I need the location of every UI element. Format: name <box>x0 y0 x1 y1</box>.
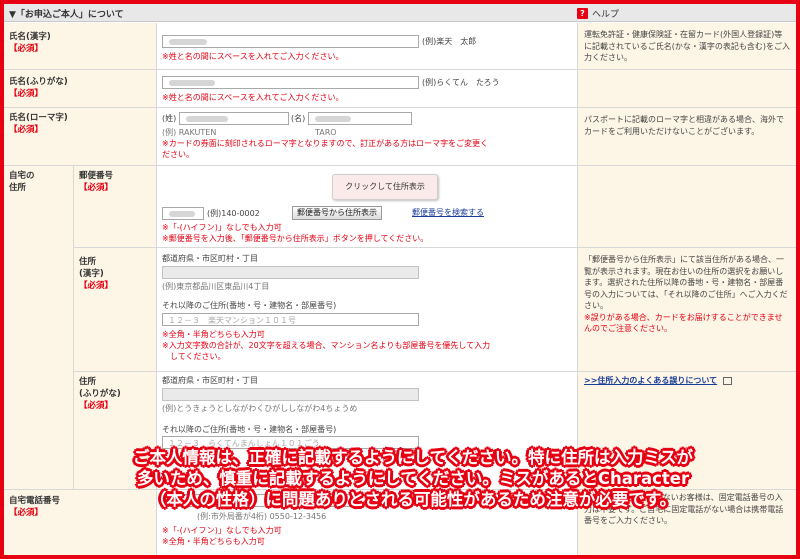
required-badge: 【必須】 <box>9 44 44 54</box>
label-cell: 氏名(漢字) 【必須】 <box>4 23 157 69</box>
input-cell: (例)らくてん たろう ※姓と名の間にスペースを入れてご入力ください。 <box>157 70 577 107</box>
address-error-faq-link[interactable]: >>住所入力のよくある誤りについて <box>584 376 717 385</box>
required-badge: 【必須】 <box>9 89 44 99</box>
phone-example: (例:市外局番が4桁) 0550-12-3456 <box>197 512 327 521</box>
roman-mei-example: TARO <box>315 128 337 137</box>
address-lookup-tooltip: クリックして住所表示 <box>332 174 438 200</box>
input-cell: 都道府県・市区町村・丁目 (例)東京都品川区東品川4丁目 それ以降のご住所(番地… <box>157 248 577 371</box>
postal-note1: ※「-(ハイフン)」なしでも入力可 <box>162 223 282 232</box>
help-label: ヘルプ <box>592 10 620 20</box>
row-name-kanji: 氏名(漢字) 【必須】 (例)楽天 太郎 ※姓と名の間にスペースを入れてご入力く… <box>4 23 796 70</box>
address-kanji-note3: してください。 <box>162 352 226 361</box>
required-badge: 【必須】 <box>79 401 114 411</box>
address-kanji-help-text: 「郵便番号から住所表示」にて該当住所がある場合、一覧が表示されます。現在お住いの… <box>584 255 788 310</box>
address-kana-label-line1: 住所 <box>79 377 97 387</box>
help-header: ? ヘルプ <box>577 7 619 20</box>
address-kanji-help: 「郵便番号から住所表示」にて該当住所がある場合、一覧が表示されます。現在お住いの… <box>577 248 796 371</box>
name-kana-input[interactable] <box>162 76 419 89</box>
address-label-line1: 自宅の <box>9 171 35 181</box>
address-kanji-rest-placeholder: １２－３ 楽天マンション１０１号 <box>168 316 296 325</box>
address-group-label: 自宅の 住所 <box>4 166 74 490</box>
postal-lookup-button[interactable]: 郵便番号から住所表示 <box>292 206 382 220</box>
address-kanji-note1: ※全角・半角どちらも入力可 <box>162 330 265 339</box>
name-kanji-label: 氏名(漢字) <box>9 32 51 42</box>
phone-note2: ※全角・半角どちらも入力可 <box>162 537 265 546</box>
address-kanji-rest-input[interactable]: １２－３ 楽天マンション１０１号 <box>162 313 419 326</box>
mei-label: (名) <box>291 114 306 123</box>
address-label-line2: 住所 <box>9 183 27 193</box>
section-header: ▼「お申込ご本人」について ? ヘルプ <box>4 4 796 22</box>
address-kana-label-line2: (ふりがな) <box>79 389 121 399</box>
row-name-roman: 氏名(ローマ字) 【必須】 (姓) (名) (例) RAKUTEN TARO ※… <box>4 108 796 166</box>
phone-note1: ※「-(ハイフン)」なしでも入力可 <box>162 526 282 535</box>
banner-line2: 多いため、慎重に記載するようにしてください。ミスがあるとCharacter <box>136 469 690 488</box>
postal-example: (例)140-0002 <box>207 209 260 218</box>
name-kana-label: 氏名(ふりがな) <box>9 77 68 87</box>
section-title: ▼「お申込ご本人」について <box>9 10 124 20</box>
roman-sei-input[interactable] <box>179 112 289 125</box>
name-kana-note: ※姓と名の間にスペースを入れてご入力ください。 <box>162 93 344 102</box>
name-kana-example: (例)らくてん たろう <box>422 78 500 87</box>
address-kana-pref-example: (例)とうきょうとしながわくひがししながわ4ちょうめ <box>162 404 358 413</box>
roman-mei-input[interactable] <box>308 112 412 125</box>
name-kana-help <box>577 70 796 107</box>
postal-search-link[interactable]: 郵便番号を検索する <box>412 207 484 218</box>
name-kanji-example: (例)楽天 太郎 <box>422 37 477 46</box>
question-icon: ? <box>577 8 588 19</box>
name-kanji-note: ※姓と名の間にスペースを入れてご入力ください。 <box>162 52 344 61</box>
address-kanji-note2: ※入力文字数の合計が、20文字を超える場合、マンション名よりも部屋番号を優先して… <box>162 341 491 350</box>
postal-label: 郵便番号 <box>79 171 114 181</box>
address-kana-pref-input[interactable] <box>162 388 419 401</box>
roman-note-line1: ※カードの券面に刻印されるローマ字となりますので、訂正がある方はローマ字をご変更… <box>162 139 489 148</box>
application-form-frame: ▼「お申込ご本人」について ? ヘルプ 氏名(漢字) 【必須】 (例)楽天 太郎… <box>0 0 800 559</box>
address-kanji-label-line1: 住所 <box>79 257 97 267</box>
postal-input[interactable] <box>162 207 204 220</box>
phone-label: 自宅電話番号 <box>9 496 61 506</box>
popup-icon <box>722 376 732 385</box>
warning-banner: ご本人情報は、正確に記載するようにしてください。特に住所は入力ミスが 多いため、… <box>68 447 758 510</box>
required-badge: 【必須】 <box>9 508 44 518</box>
label-cell: 郵便番号 【必須】 <box>74 166 157 247</box>
label-cell: 氏名(ふりがな) 【必須】 <box>4 70 157 107</box>
label-cell: 住所 (漢字) 【必須】 <box>74 248 157 371</box>
address-kanji-pref-input[interactable] <box>162 266 419 279</box>
row-address-kanji: 住所 (漢字) 【必須】 都道府県・市区町村・丁目 (例)東京都品川区東品川4丁… <box>74 248 796 372</box>
postal-note2: ※郵便番号を入力後、「郵便番号から住所表示」ボタンを押してください。 <box>162 234 429 243</box>
name-roman-help: パスポートに記載のローマ字と相違がある場合、海外でカードをご利用いただけないこと… <box>577 108 796 165</box>
address-kanji-pref-label: 都道府県・市区町村・丁目 <box>162 254 258 263</box>
required-badge: 【必須】 <box>79 281 114 291</box>
name-kanji-help: 運転免許証・健康保険証・在留カード(外国人登録証)等に記載されているご氏名(かな… <box>577 23 796 69</box>
address-kana-rest-label: それ以降のご住所(番地・号・建物名・部屋番号) <box>162 425 337 434</box>
row-name-kana: 氏名(ふりがな) 【必須】 (例)らくてん たろう ※姓と名の間にスペースを入れ… <box>4 70 796 108</box>
banner-line3: （本人の性格）に問題ありとされる可能性があるため注意が必要です。 <box>149 490 677 509</box>
address-kanji-label-line2: (漢字) <box>79 269 104 279</box>
address-kanji-help-warning: ※誤りがある場合、カードをお届けすることができませんのでご注意ください。 <box>584 312 783 334</box>
name-kanji-input[interactable] <box>162 35 419 48</box>
label-cell: 氏名(ローマ字) 【必須】 <box>4 108 157 165</box>
required-badge: 【必須】 <box>9 125 44 135</box>
banner-line1: ご本人情報は、正確に記載するようにしてください。特に住所は入力ミスが <box>132 448 693 467</box>
input-cell: (例)楽天 太郎 ※姓と名の間にスペースを入れてご入力ください。 <box>157 23 577 69</box>
postal-help <box>577 166 796 247</box>
name-roman-label: 氏名(ローマ字) <box>9 113 68 123</box>
address-kanji-rest-label: それ以降のご住所(番地・号・建物名・部屋番号) <box>162 301 337 310</box>
roman-note-line2: ださい。 <box>162 150 194 159</box>
address-kanji-pref-example: (例)東京都品川区東品川4丁目 <box>162 282 270 291</box>
input-cell: (姓) (名) (例) RAKUTEN TARO ※カードの券面に刻印されるロー… <box>157 108 577 165</box>
address-kana-pref-label: 都道府県・市区町村・丁目 <box>162 376 258 385</box>
required-badge: 【必須】 <box>79 183 114 193</box>
roman-sei-example: (例) RAKUTEN <box>162 128 217 137</box>
sei-label: (姓) <box>162 114 177 123</box>
